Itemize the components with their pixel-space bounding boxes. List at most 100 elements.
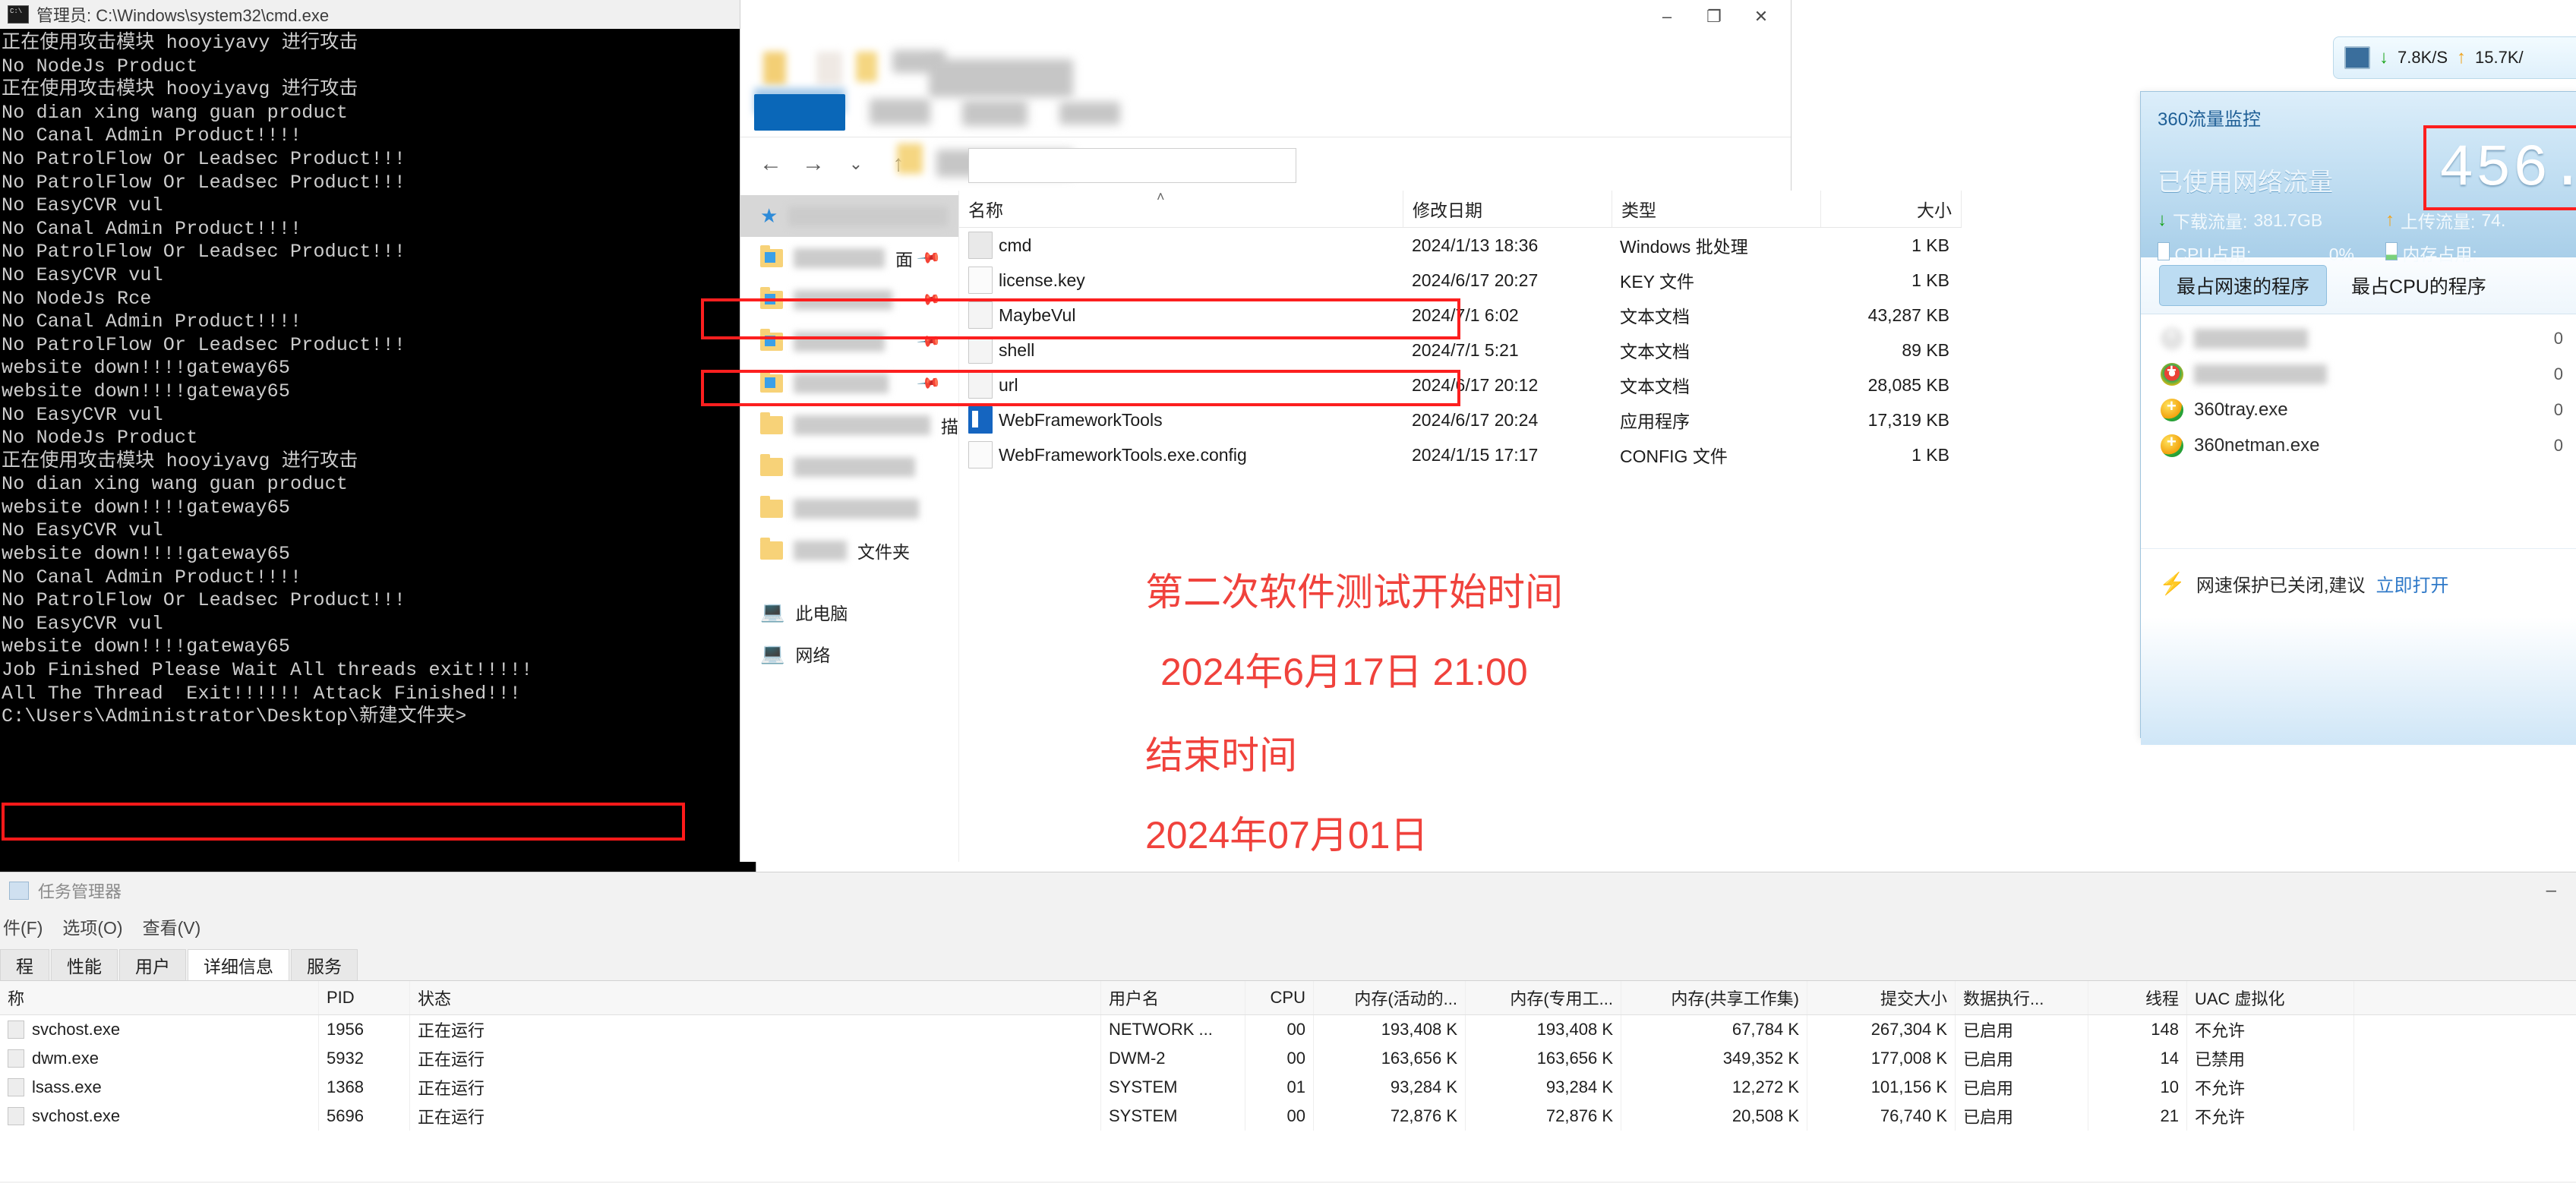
file-name-cell[interactable]: shell — [959, 333, 1403, 368]
task-manager-tab[interactable]: 详细信息 — [188, 949, 289, 980]
file-name-cell[interactable]: WebFrameworkTools — [959, 402, 1403, 437]
table-row[interactable]: svchost.exe 1956 正在运行 NETWORK ... 00 193,408 … — [0, 1015, 2576, 1044]
sidebar-item-this-pc[interactable]: 💻 此电脑 — [740, 591, 958, 633]
header-pid[interactable]: PID — [319, 981, 410, 1014]
task-manager-menubar[interactable]: 件(F) 选项(O) 查看(V) — [0, 909, 2576, 944]
header-status[interactable]: 状态 — [410, 981, 1101, 1014]
header-mem-active[interactable]: 内存(活动的... — [1314, 981, 1466, 1014]
tab-top-network-programs[interactable]: 最占网速的程序 — [2159, 265, 2328, 306]
header-cpu[interactable]: CPU — [1245, 981, 1314, 1014]
traffic-monitor-panel[interactable]: 360流量监控 已使用网络流量 456.2 ↓ 下载流量: 381.7GB ↑ … — [2140, 91, 2576, 745]
sidebar-item[interactable]: 描 — [740, 404, 958, 446]
file-row[interactable]: MaybeVul 2024/7/1 6:02 文本文档 43,287 KB — [959, 298, 1962, 333]
pin-icon[interactable]: 📌 — [916, 244, 942, 271]
task-manager-tab[interactable]: 性能 — [51, 949, 118, 980]
header-uac[interactable]: UAC 虚拟化 — [2187, 981, 2354, 1014]
task-manager-tab[interactable]: 用户 — [119, 949, 186, 980]
cmd-titlebar[interactable]: 管理员: C:\Windows\system32\cmd.exe — [0, 0, 756, 29]
task-manager-titlebar[interactable]: 任务管理器 – — [0, 872, 2576, 909]
sidebar-item[interactable] — [740, 487, 958, 529]
file-name-cell[interactable]: MaybeVul — [959, 298, 1403, 333]
process-icon — [8, 1078, 24, 1096]
tab-top-cpu-programs[interactable]: 最占CPU的程序 — [2334, 266, 2503, 305]
file-row[interactable]: license.key 2024/6/17 20:27 KEY 文件 1 KB — [959, 263, 1962, 298]
close-icon[interactable]: ✕ — [1738, 0, 1785, 33]
back-icon[interactable]: ← — [750, 143, 792, 185]
speed-protection-warning[interactable]: ⚡ 网速保护已关闭,建议 立即打开 — [2141, 548, 2576, 617]
cell-mem-shared: 349,352 K — [1621, 1044, 1807, 1073]
explorer-sidebar[interactable]: ★ 面 📌 📌 📌 📌 描文件夹 💻 此电脑 💻 网络 — [740, 191, 959, 862]
sidebar-item[interactable]: 文件夹 — [740, 529, 958, 571]
file-list-header[interactable]: 名称 ˄ 修改日期 类型 大小 — [959, 189, 1962, 228]
header-dep[interactable]: 数据执行... — [1956, 981, 2088, 1014]
task-manager-window[interactable]: 任务管理器 – 件(F) 选项(O) 查看(V) 程性能 用户 详细信息 服务 称 PID… — [0, 872, 2576, 1183]
file-name-cell[interactable]: cmd — [959, 228, 1403, 263]
explorer-titlebar[interactable]: – ❐ ✕ — [740, 0, 1791, 47]
minimize-icon[interactable]: – — [1643, 0, 1690, 33]
header-threads[interactable]: 线程 — [2088, 981, 2187, 1014]
sidebar-item[interactable]: 📌 — [740, 320, 958, 362]
file-row[interactable]: WebFrameworkTools.exe.config 2024/1/15 17… — [959, 437, 1962, 472]
column-name[interactable]: 名称 ˄ — [959, 189, 1403, 227]
explorer-ribbon[interactable] — [740, 47, 1791, 137]
forward-icon[interactable]: → — [792, 143, 835, 185]
header-commit-size[interactable]: 提交大小 — [1807, 981, 1956, 1014]
file-name-cell[interactable]: license.key — [959, 263, 1403, 298]
file-row[interactable]: cmd 2024/1/13 18:36 Windows 批处理 1 KB — [959, 228, 1962, 263]
task-manager-tabs[interactable]: 程性能 用户 详细信息 服务 — [0, 944, 2576, 981]
cmd-window[interactable]: 管理员: C:\Windows\system32\cmd.exe 正在使用攻击模… — [0, 0, 756, 875]
cmd-output[interactable]: 正在使用攻击模块 hooyiyavy 进行攻击 No NodeJs Product… — [0, 29, 756, 872]
monitor-process-row[interactable]: 0 — [2141, 320, 2576, 356]
menu-item[interactable]: 件(F) — [3, 913, 43, 939]
recent-locations-icon[interactable]: ⌄ — [835, 143, 877, 185]
task-manager-minimize-icon[interactable]: – — [2546, 880, 2556, 901]
table-row[interactable]: svchost.exe 5696 正在运行 SYSTEM 00 72,876 K 72,87… — [0, 1102, 2576, 1131]
window-controls[interactable]: – ❐ ✕ — [1643, 0, 1785, 33]
column-date[interactable]: 修改日期 — [1403, 191, 1612, 227]
maximize-icon[interactable]: ❐ — [1690, 0, 1738, 33]
sidebar-item[interactable]: 面 📌 — [740, 237, 958, 279]
file-row[interactable]: url 2024/6/17 20:12 文本文档 28,085 KB — [959, 368, 1962, 402]
table-row[interactable]: dwm.exe 5932 正在运行 DWM-2 00 163,656 K 163,656 K… — [0, 1044, 2576, 1073]
traffic-monitor-tabs[interactable]: 最占网速的程序 最占CPU的程序 — [2141, 257, 2576, 314]
task-manager-details-table[interactable]: 称 PID 状态 用户名 CPU 内存(活动的... 内存(专用工... 内存(… — [0, 981, 2576, 1181]
sidebar-item-network[interactable]: 💻 网络 — [740, 633, 958, 674]
file-name-cell[interactable]: WebFrameworkTools.exe.config — [959, 437, 1403, 472]
task-manager-tab[interactable]: 服务 — [291, 949, 358, 980]
column-size[interactable]: 大小 — [1821, 191, 1962, 227]
file-size: 1 KB — [1911, 235, 1949, 255]
ribbon-active-tab[interactable] — [754, 94, 845, 131]
pin-icon[interactable]: 📌 — [916, 370, 942, 396]
table-row[interactable]: lsass.exe 1368 正在运行 SYSTEM 01 93,284 K 93,284 … — [0, 1073, 2576, 1102]
sidebar-item[interactable]: 📌 — [740, 279, 958, 320]
header-mem-shared[interactable]: 内存(共享工作集) — [1621, 981, 1807, 1014]
menu-item[interactable]: 选项(O) — [62, 913, 122, 939]
file-row[interactable]: shell 2024/7/1 5:21 文本文档 89 KB — [959, 333, 1962, 368]
open-now-link[interactable]: 立即打开 — [2376, 570, 2449, 597]
monitor-process-row[interactable]: 360tray.exe 0 — [2141, 392, 2576, 427]
sidebar-item[interactable]: ★ — [740, 195, 958, 237]
monitor-process-row[interactable]: 360netman.exe 0 — [2141, 427, 2576, 463]
cell-mem-private: 163,656 K — [1466, 1044, 1621, 1073]
pin-icon[interactable]: 📌 — [916, 286, 942, 313]
menu-item[interactable]: 查看(V) — [143, 913, 201, 939]
network-speed-tray[interactable]: ↓ 7.8K/S ↑ 15.7K/ — [2333, 36, 2576, 79]
monitor-process-row[interactable]: 0 — [2141, 356, 2576, 392]
task-manager-tab[interactable]: 程 — [0, 949, 49, 980]
cell-commit-size: 177,008 K — [1807, 1044, 1956, 1073]
traffic-monitor-process-list[interactable]: 0 0 360tray.exe 0 360netman.exe 0 — [2141, 314, 2576, 548]
file-date: 2024/7/1 5:21 — [1412, 339, 1519, 360]
header-mem-private[interactable]: 内存(专用工... — [1466, 981, 1621, 1014]
pin-icon[interactable]: 📌 — [916, 328, 942, 355]
details-table-header[interactable]: 称 PID 状态 用户名 CPU 内存(活动的... 内存(专用工... 内存(… — [0, 981, 2576, 1015]
explorer-file-list[interactable]: 名称 ˄ 修改日期 类型 大小 cmd 2024/1/13 18:36 Window… — [701, 189, 1962, 862]
file-row[interactable]: WebFrameworkTools 2024/6/17 20:24 应用程序 17,3… — [959, 402, 1962, 437]
column-type[interactable]: 类型 — [1612, 191, 1821, 227]
file-name-cell[interactable]: url — [959, 368, 1403, 402]
header-username[interactable]: 用户名 — [1101, 981, 1245, 1014]
explorer-navbar[interactable]: ← → ⌄ ↑ — [740, 137, 1791, 191]
address-bar[interactable] — [968, 148, 1296, 183]
sidebar-item[interactable] — [740, 446, 958, 487]
header-name[interactable]: 称 — [0, 981, 319, 1014]
sidebar-item[interactable]: 📌 — [740, 362, 958, 404]
